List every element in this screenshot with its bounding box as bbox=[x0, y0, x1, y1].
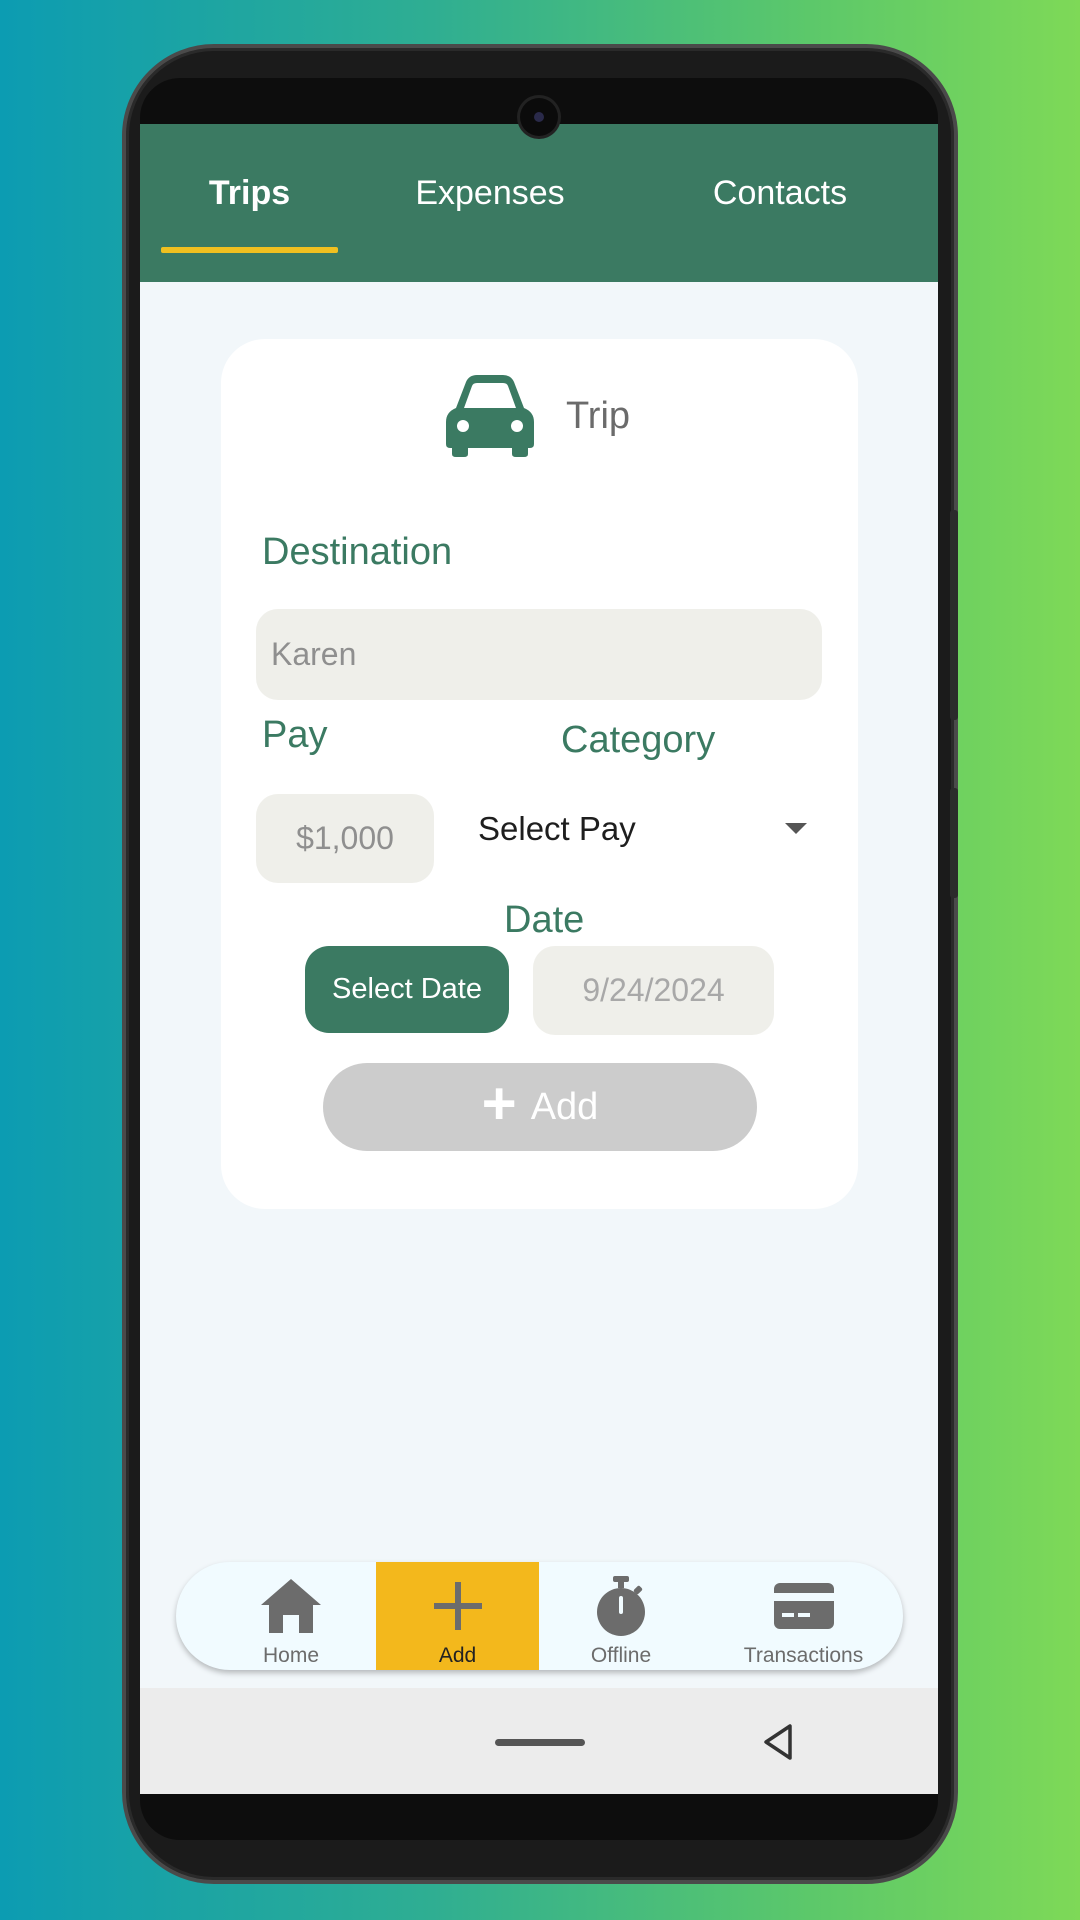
front-camera bbox=[520, 98, 558, 136]
bottom-bezel bbox=[140, 1794, 938, 1840]
back-icon[interactable] bbox=[760, 1722, 800, 1762]
tab-trips[interactable]: Trips bbox=[161, 174, 338, 224]
credit-card-icon bbox=[768, 1570, 840, 1642]
plus-icon: + bbox=[481, 1070, 517, 1137]
category-select[interactable]: Select Pay bbox=[478, 799, 808, 859]
car-icon bbox=[446, 375, 534, 457]
power-button bbox=[950, 788, 958, 898]
volume-button bbox=[950, 510, 958, 720]
date-label: Date bbox=[504, 899, 585, 941]
system-navigation-bar bbox=[140, 1688, 938, 1794]
destination-label: Destination bbox=[262, 531, 453, 573]
nav-transactions[interactable]: Transactions bbox=[716, 1562, 891, 1670]
home-gesture-pill[interactable] bbox=[495, 1739, 585, 1746]
active-tab-indicator bbox=[161, 247, 338, 253]
destination-value: Karen bbox=[271, 636, 357, 672]
date-value: 9/24/2024 bbox=[582, 972, 725, 1008]
add-trip-button[interactable]: + Add bbox=[323, 1063, 757, 1151]
plus-icon bbox=[422, 1570, 494, 1642]
nav-transactions-label: Transactions bbox=[743, 1644, 864, 1667]
card-title: Trip bbox=[566, 395, 631, 437]
tab-expenses[interactable]: Expenses bbox=[390, 174, 590, 224]
select-date-button[interactable]: Select Date bbox=[305, 946, 509, 1033]
pay-value: $1,000 bbox=[296, 820, 394, 856]
nav-add[interactable]: Add bbox=[376, 1562, 539, 1670]
app-screen: Trips Expenses Contacts Trip Destination… bbox=[140, 124, 938, 1794]
nav-home[interactable]: Home bbox=[216, 1562, 366, 1670]
add-button-label: Add bbox=[530, 1085, 599, 1128]
date-field[interactable]: 9/24/2024 bbox=[533, 946, 774, 1035]
tab-contacts[interactable]: Contacts bbox=[680, 174, 880, 224]
home-icon bbox=[255, 1570, 327, 1642]
destination-input[interactable]: Karen bbox=[256, 609, 822, 700]
nav-offline[interactable]: Offline bbox=[546, 1562, 696, 1670]
stopwatch-icon bbox=[585, 1570, 657, 1642]
top-tab-bar: Trips Expenses Contacts bbox=[140, 124, 938, 282]
pay-label: Pay bbox=[262, 714, 328, 756]
trip-form-card: Trip Destination Karen Pay Category $1,0… bbox=[221, 339, 858, 1209]
chevron-down-icon bbox=[785, 823, 807, 834]
category-selected-value: Select Pay bbox=[478, 810, 636, 847]
pay-input[interactable]: $1,000 bbox=[256, 794, 434, 883]
bottom-navigation: Home Add Offline Transactions bbox=[176, 1562, 903, 1670]
nav-home-label: Home bbox=[262, 1644, 320, 1667]
nav-add-label: Add bbox=[438, 1644, 477, 1667]
nav-offline-label: Offline bbox=[590, 1644, 652, 1667]
category-label: Category bbox=[561, 719, 716, 761]
